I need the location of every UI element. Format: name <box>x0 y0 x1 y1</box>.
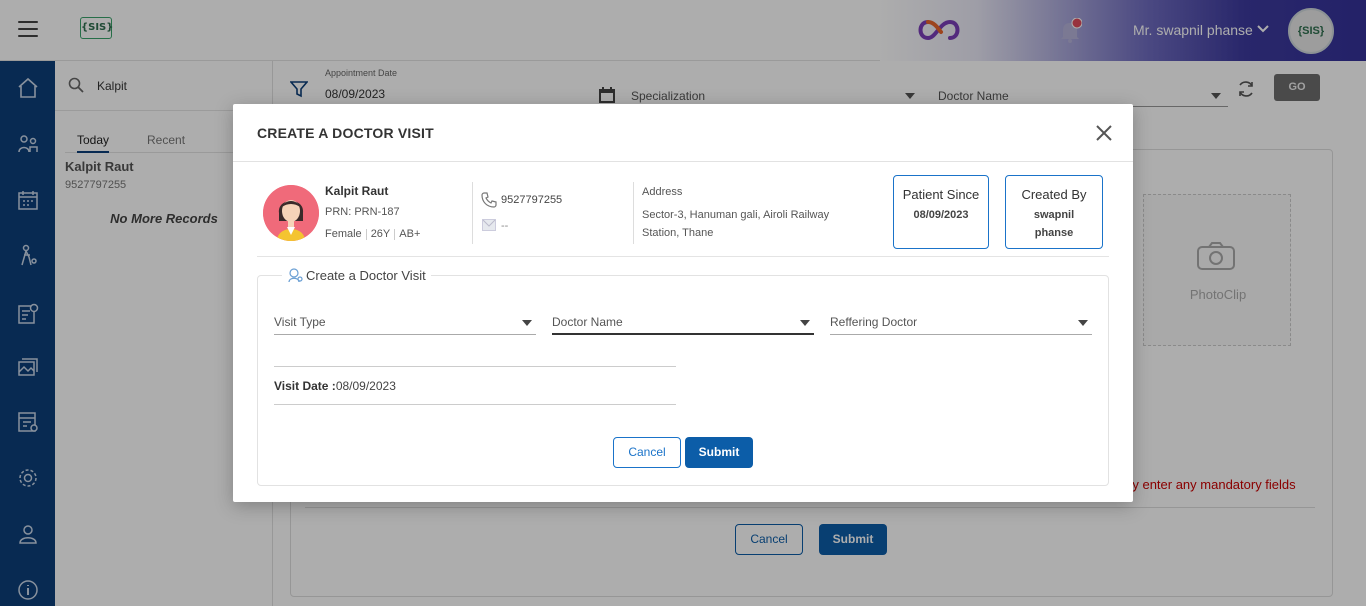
patient-email: -- <box>501 220 509 232</box>
mail-icon <box>482 219 496 231</box>
divider <box>633 182 634 244</box>
patient-since-card: Patient Since 08/09/2023 <box>893 175 989 249</box>
patient-since-title: Patient Since <box>902 187 980 202</box>
visit-type-label: Visit Type <box>274 315 326 329</box>
referring-doctor-label: Reffering Doctor <box>830 315 918 329</box>
visit-date-label: Visit Date : <box>274 379 336 393</box>
patient-prn: PRN: PRN-187 <box>325 206 400 218</box>
phone-icon <box>481 192 497 208</box>
create-doctor-visit-modal: CREATE A DOCTOR VISIT Kalpit Raut PRN: P… <box>233 104 1133 502</box>
created-by-title: Created By <box>1021 187 1087 202</box>
text-input[interactable] <box>274 366 676 367</box>
address-label: Address <box>642 186 683 198</box>
modal-header: CREATE A DOCTOR VISIT <box>233 104 1133 162</box>
patient-blood-group: AB+ <box>399 228 421 240</box>
visit-date-field[interactable]: Visit Date :08/09/2023 <box>274 379 676 405</box>
divider <box>257 256 1109 257</box>
visit-type-select[interactable]: Visit Type <box>274 315 536 335</box>
close-icon[interactable] <box>1095 124 1113 142</box>
patient-address: Sector-3, Hanuman gali, Airoli Railway S… <box>642 209 830 239</box>
visit-date-value: 08/09/2023 <box>335 379 396 393</box>
doctor-visit-icon <box>288 268 303 283</box>
caret-down-icon <box>1078 320 1088 326</box>
cancel-button[interactable]: Cancel <box>613 437 681 468</box>
divider <box>472 182 473 244</box>
referring-doctor-select[interactable]: Reffering Doctor <box>830 315 1092 335</box>
patient-phone: 9527797255 <box>501 194 563 206</box>
doctor-name-select[interactable]: Doctor Name <box>552 315 814 335</box>
patient-name: Kalpit Raut <box>325 184 389 198</box>
patient-gender: Female <box>325 228 362 240</box>
caret-down-icon <box>800 320 810 326</box>
modal-title: CREATE A DOCTOR VISIT <box>257 125 434 141</box>
patient-age: 26Y <box>370 228 391 240</box>
section-title: Create a Doctor Visit <box>306 268 426 283</box>
created-by-card: Created By swapnil phanse <box>1005 175 1103 249</box>
submit-button[interactable]: Submit <box>685 437 753 468</box>
patient-demographics: Female 26Y AB+ <box>325 228 420 240</box>
section-legend: Create a Doctor Visit <box>282 267 431 283</box>
caret-down-icon <box>522 320 532 326</box>
created-by-value: swapnil phanse <box>1033 209 1075 239</box>
doctor-name-label: Doctor Name <box>552 315 623 329</box>
patient-avatar <box>263 185 319 241</box>
patient-since-value: 08/09/2023 <box>913 209 969 221</box>
create-visit-section: Create a Doctor Visit Visit Type Doctor … <box>257 267 1109 486</box>
